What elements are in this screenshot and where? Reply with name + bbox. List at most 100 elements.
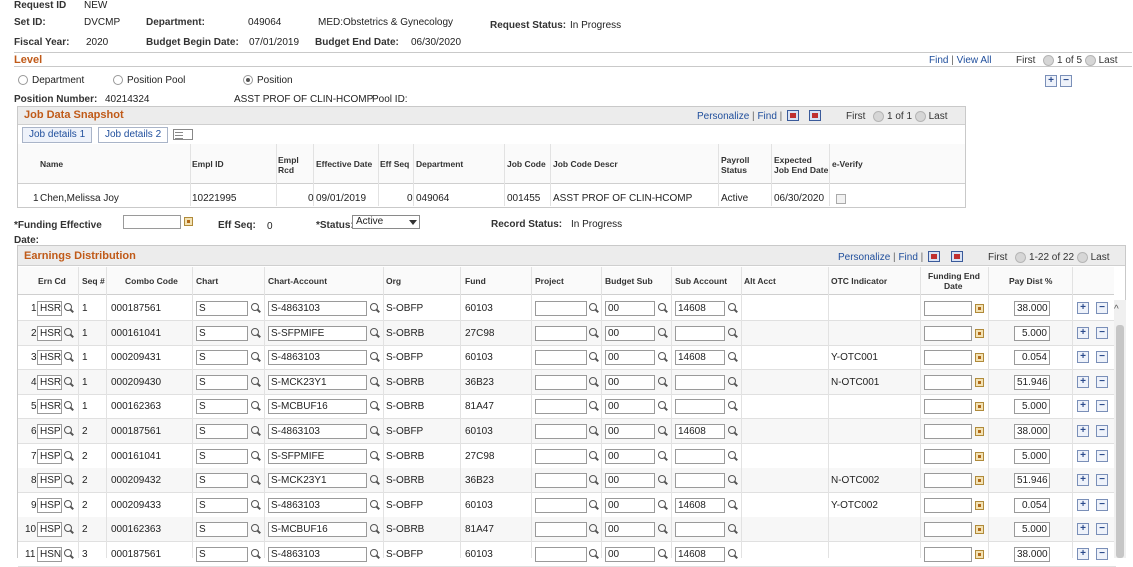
sub-account-input[interactable]: 14608 [675,301,725,316]
pay-dist-input[interactable]: 5.000 [1014,522,1050,537]
earn-view-grid-icon[interactable] [928,251,940,262]
earn-code-input[interactable]: HSP [37,522,62,537]
search-icon[interactable] [658,352,668,362]
calendar-icon[interactable] [975,402,984,411]
level-remove-row-button[interactable]: − [1060,75,1072,87]
job-personalize-link[interactable]: Personalize [697,111,749,122]
level-find-link[interactable]: Find [929,55,948,66]
scroll-thumb[interactable] [1116,325,1124,558]
search-icon[interactable] [370,426,380,436]
search-icon[interactable] [589,328,599,338]
search-icon[interactable] [728,426,738,436]
delete-row-button[interactable]: − [1096,450,1108,462]
add-row-button[interactable]: + [1077,548,1089,560]
search-icon[interactable] [728,475,738,485]
job-prev-icon[interactable] [873,111,885,122]
search-icon[interactable] [64,328,74,338]
budget-sub-input[interactable]: 00 [605,449,655,464]
pay-dist-input[interactable]: 51.946 [1014,473,1050,488]
search-icon[interactable] [370,328,380,338]
search-icon[interactable] [64,377,74,387]
status-select[interactable]: Active [352,215,420,229]
chart-input[interactable]: S [196,326,248,341]
job-first[interactable]: First [846,111,865,122]
add-row-button[interactable]: + [1077,499,1089,511]
scroll-up-icon[interactable]: ^ [1114,304,1119,315]
search-icon[interactable] [251,524,261,534]
pay-dist-input[interactable]: 5.000 [1014,399,1050,414]
level-add-row-button[interactable]: + [1045,75,1057,87]
calendar-icon[interactable] [975,452,984,461]
search-icon[interactable] [64,303,74,313]
search-icon[interactable] [658,500,668,510]
budget-sub-input[interactable]: 00 [605,473,655,488]
chart-input[interactable]: S [196,547,248,562]
chart-account-input[interactable]: S-4863103 [268,350,367,365]
add-row-button[interactable]: + [1077,425,1089,437]
project-input[interactable] [535,473,587,488]
search-icon[interactable] [251,352,261,362]
search-icon[interactable] [589,401,599,411]
pay-dist-input[interactable]: 5.000 [1014,449,1050,464]
chart-account-input[interactable]: S-MCK23Y1 [268,473,367,488]
sub-account-input[interactable]: 14608 [675,424,725,439]
everify-checkbox[interactable] [836,194,846,204]
search-icon[interactable] [658,401,668,411]
search-icon[interactable] [370,500,380,510]
earn-code-input[interactable]: HSP [37,424,62,439]
level-next-icon[interactable] [1084,55,1096,66]
pay-dist-input[interactable]: 0.054 [1014,498,1050,513]
earn-code-input[interactable]: HSR [37,399,62,414]
budget-sub-input[interactable]: 00 [605,522,655,537]
funding-end-date-input[interactable] [924,424,972,439]
budget-sub-input[interactable]: 00 [605,399,655,414]
search-icon[interactable] [728,352,738,362]
project-input[interactable] [535,326,587,341]
calendar-icon[interactable] [975,476,984,485]
level-first[interactable]: First [1016,55,1035,66]
project-input[interactable] [535,399,587,414]
search-icon[interactable] [728,328,738,338]
sub-account-input[interactable] [675,375,725,390]
search-icon[interactable] [64,451,74,461]
search-icon[interactable] [370,352,380,362]
delete-row-button[interactable]: − [1096,523,1108,535]
earn-download-icon[interactable] [951,251,963,262]
chart-input[interactable]: S [196,399,248,414]
funding-end-date-input[interactable] [924,522,972,537]
search-icon[interactable] [251,401,261,411]
sub-account-input[interactable]: 14608 [675,350,725,365]
earn-code-input[interactable]: HSR [37,326,62,341]
chart-input[interactable]: S [196,449,248,464]
search-icon[interactable] [64,524,74,534]
funding-effective-date-input[interactable] [123,215,181,229]
search-icon[interactable] [64,500,74,510]
add-row-button[interactable]: + [1077,302,1089,314]
earn-code-input[interactable]: HSP [37,449,62,464]
level-prev-icon[interactable] [1043,55,1055,66]
project-input[interactable] [535,350,587,365]
chart-input[interactable]: S [196,522,248,537]
funding-end-date-input[interactable] [924,498,972,513]
project-input[interactable] [535,498,587,513]
budget-sub-input[interactable]: 00 [605,301,655,316]
search-icon[interactable] [658,451,668,461]
sub-account-input[interactable] [675,326,725,341]
sub-account-input[interactable] [675,522,725,537]
search-icon[interactable] [370,524,380,534]
sub-account-input[interactable] [675,449,725,464]
job-download-icon[interactable] [809,110,821,121]
pay-dist-input[interactable]: 38.000 [1014,301,1050,316]
earn-code-input[interactable]: HSR [37,375,62,390]
delete-row-button[interactable]: − [1096,327,1108,339]
search-icon[interactable] [589,524,599,534]
job-last[interactable]: Last [929,111,948,122]
search-icon[interactable] [251,328,261,338]
sub-account-input[interactable]: 14608 [675,498,725,513]
delete-row-button[interactable]: − [1096,302,1108,314]
chart-account-input[interactable]: S-SFPMIFE [268,326,367,341]
earn-code-input[interactable]: HSP [37,473,62,488]
search-icon[interactable] [589,377,599,387]
chart-account-input[interactable]: S-4863103 [268,301,367,316]
add-row-button[interactable]: + [1077,351,1089,363]
